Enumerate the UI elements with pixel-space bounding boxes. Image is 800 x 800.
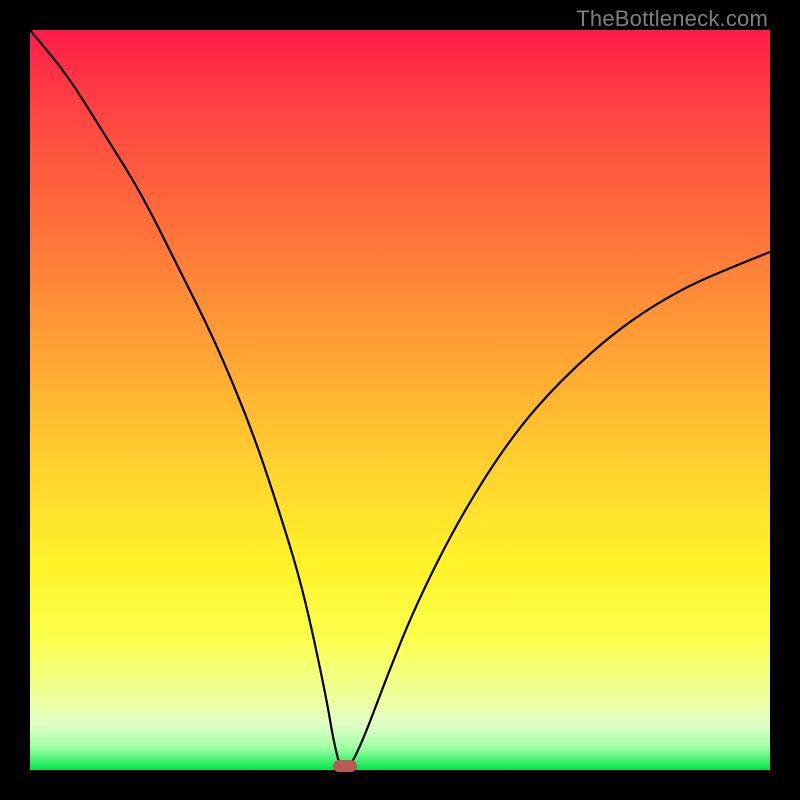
bottleneck-curve bbox=[30, 30, 770, 770]
watermark-text: TheBottleneck.com bbox=[576, 6, 768, 32]
plot-area bbox=[30, 30, 770, 770]
bottleneck-chart: TheBottleneck.com bbox=[0, 0, 800, 800]
optimal-point-marker bbox=[333, 760, 357, 772]
